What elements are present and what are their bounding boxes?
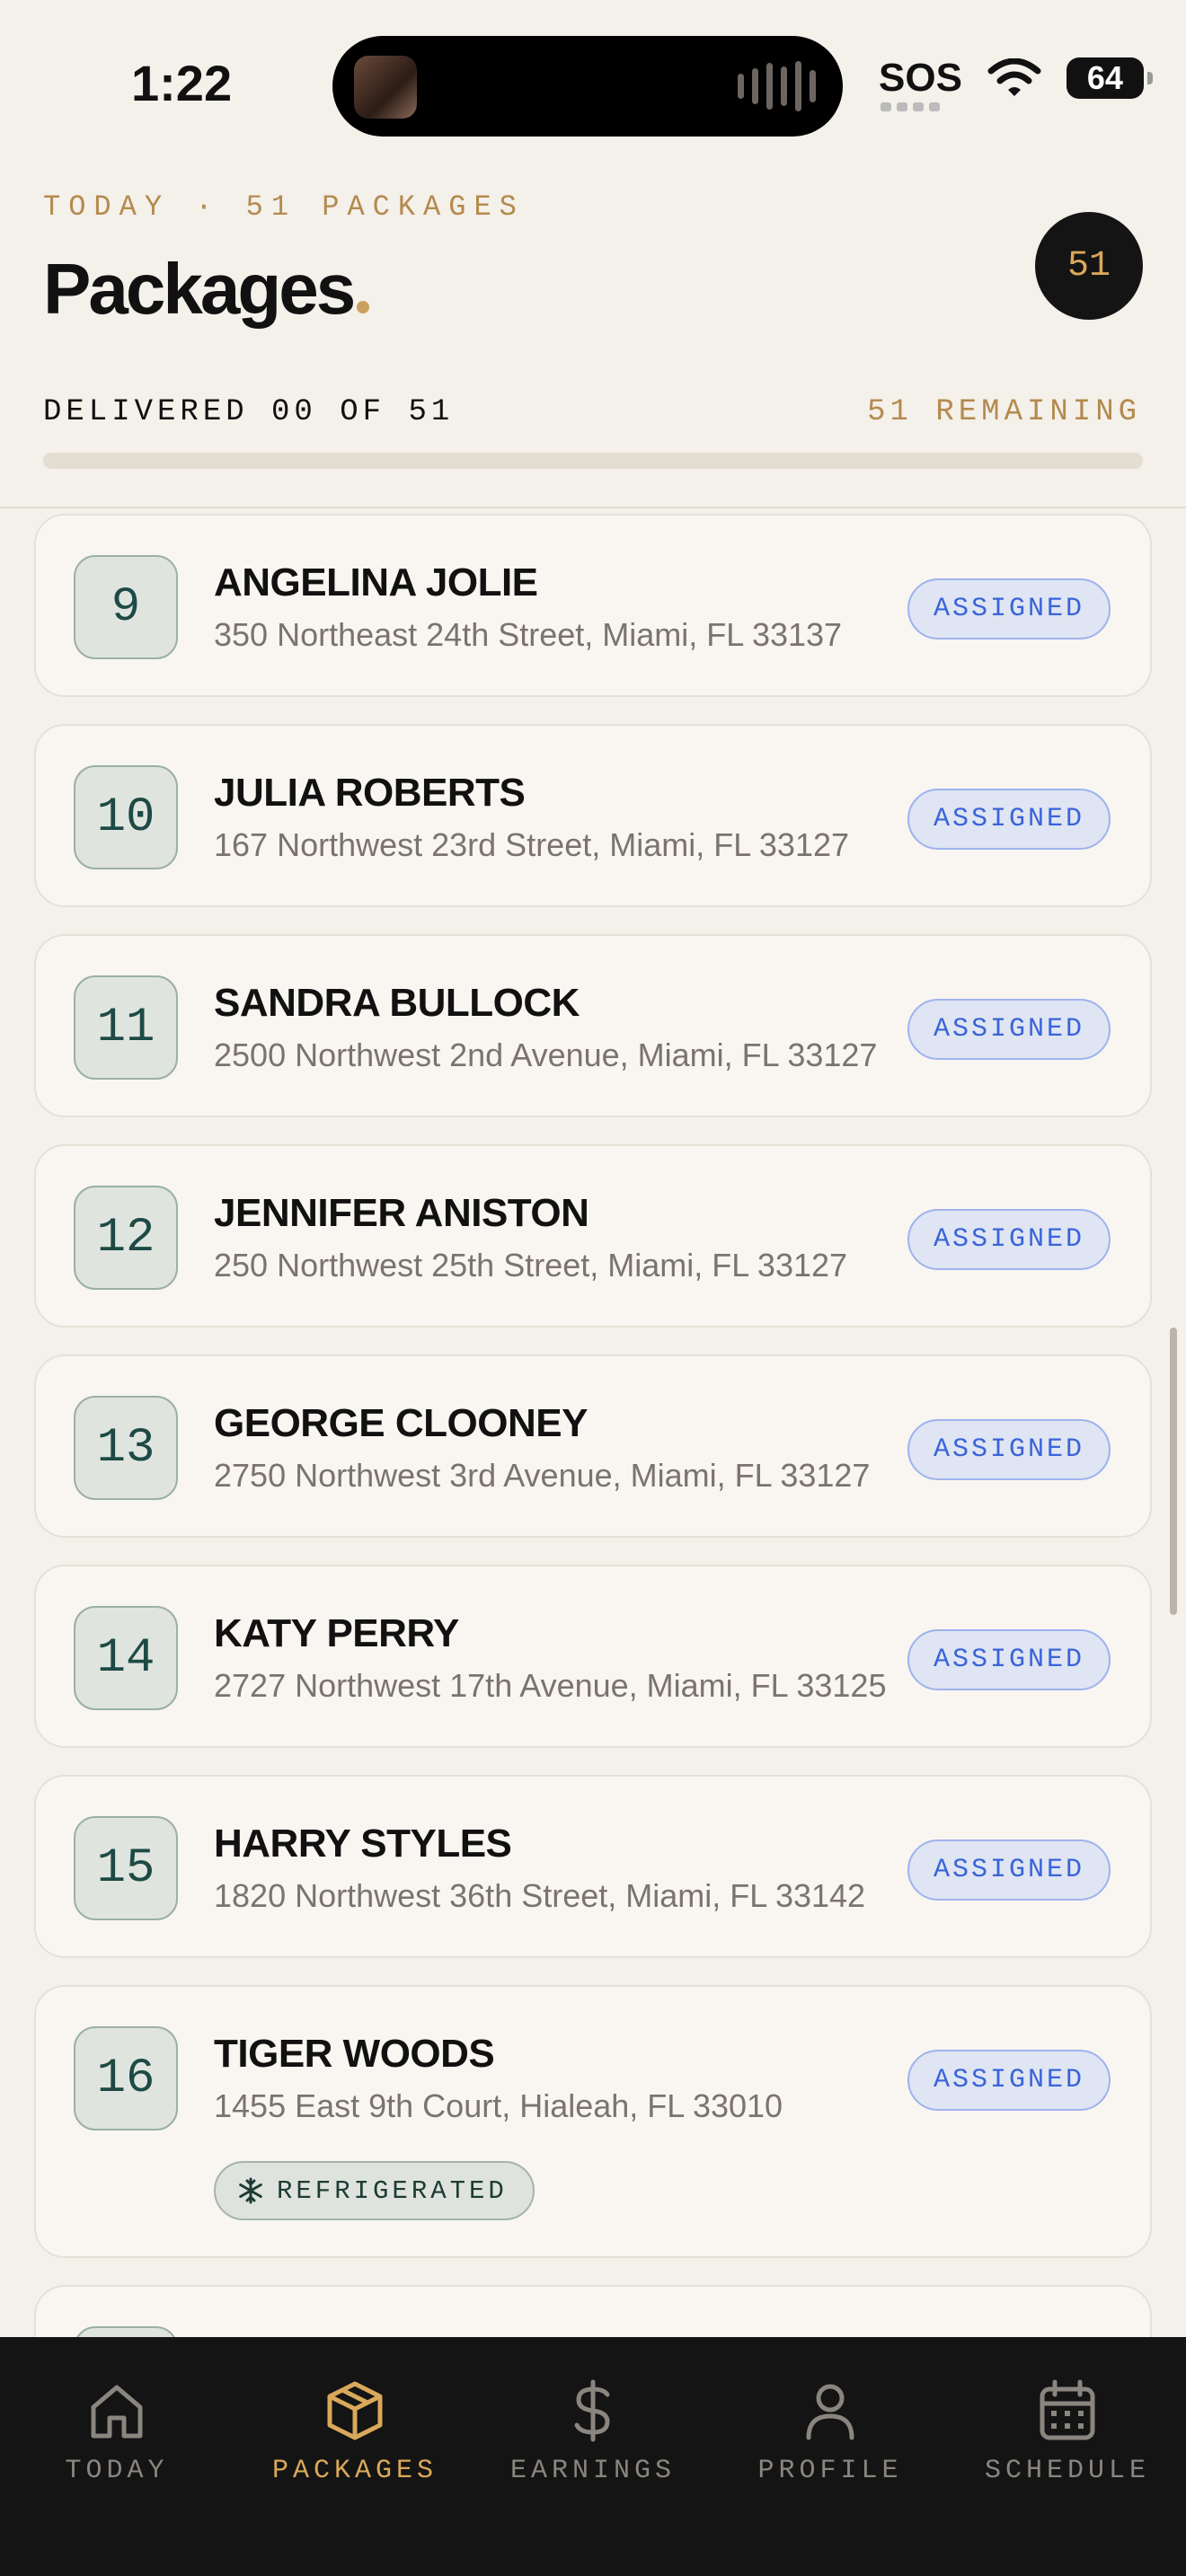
delivery-address: 2500 Northwest 2nd Avenue, Miami, FL 331… — [214, 1037, 878, 1073]
recipient-name: JULIA ROBERTS — [214, 771, 526, 815]
status-badge: ASSIGNED — [907, 789, 1111, 850]
status-badge: ASSIGNED — [907, 1839, 1111, 1901]
box-icon — [327, 2381, 383, 2440]
stop-number: 11 — [74, 975, 178, 1080]
recipient-name: TIGER WOODS — [214, 2032, 495, 2076]
delivery-address: 167 Northwest 23rd Street, Miami, FL 331… — [214, 826, 850, 863]
status-time: 1:22 — [131, 55, 233, 111]
package-card[interactable]: 9 ANGELINA JOLIE 350 Northeast 24th Stre… — [34, 514, 1152, 697]
header-eyebrow: TODAY · 51 PACKAGES — [43, 190, 525, 224]
status-bar: 1:22 SOS 64 — [0, 0, 1186, 171]
dynamic-island[interactable] — [332, 36, 843, 137]
tab-today[interactable]: TODAY — [18, 2378, 216, 2486]
sos-indicator: SOS — [879, 56, 962, 111]
package-card[interactable]: 12 JENNIFER ANISTON 250 Northwest 25th S… — [34, 1144, 1152, 1328]
package-card[interactable]: 17 — [34, 2285, 1152, 2337]
dollar-icon — [574, 2379, 610, 2442]
package-card[interactable]: 15 HARRY STYLES 1820 Northwest 36th Stre… — [34, 1775, 1152, 1958]
delivery-address: 2727 Northwest 17th Avenue, Miami, FL 33… — [214, 1667, 887, 1704]
home-icon — [91, 2385, 143, 2439]
page-title: Packages — [43, 248, 370, 331]
status-badge: ASSIGNED — [907, 999, 1111, 1060]
status-badge: ASSIGNED — [907, 1629, 1111, 1690]
package-card[interactable]: 16 TIGER WOODS 1455 East 9th Court, Hial… — [34, 1985, 1152, 2258]
delivery-address: 350 Northeast 24th Street, Miami, FL 331… — [214, 616, 843, 653]
package-card[interactable]: 14 KATY PERRY 2727 Northwest 17th Avenue… — [34, 1565, 1152, 1748]
package-card[interactable]: 13 GEORGE CLOONEY 2750 Northwest 3rd Ave… — [34, 1354, 1152, 1538]
stop-number: 14 — [74, 1606, 178, 1710]
stop-number: 17 — [74, 2326, 178, 2337]
recipient-name: KATY PERRY — [214, 1611, 459, 1655]
bottom-tab-bar: TODAY PACKAGES EARNINGS PROFILE SCHEDULE — [0, 2337, 1186, 2576]
package-card[interactable]: 11 SANDRA BULLOCK 2500 Northwest 2nd Ave… — [34, 934, 1152, 1117]
tab-schedule[interactable]: SCHEDULE — [969, 2378, 1166, 2486]
snowflake-icon — [239, 2177, 262, 2204]
status-badge: ASSIGNED — [907, 2050, 1111, 2111]
stop-number: 15 — [74, 1816, 178, 1920]
delivered-progress-label: DELIVERED 00 OF 51 — [43, 395, 455, 429]
delivery-progress-bar — [43, 453, 1143, 469]
tab-profile[interactable]: PROFILE — [731, 2378, 929, 2486]
package-card[interactable]: 10 JULIA ROBERTS 167 Northwest 23rd Stre… — [34, 724, 1152, 907]
recipient-name: ANGELINA JOLIE — [214, 560, 538, 604]
battery-indicator: 64 — [1066, 57, 1153, 99]
tab-packages[interactable]: PACKAGES — [256, 2378, 454, 2486]
delivery-address: 2750 Northwest 3rd Avenue, Miami, FL 331… — [214, 1457, 871, 1494]
status-badge: ASSIGNED — [907, 1209, 1111, 1270]
stop-number: 10 — [74, 765, 178, 869]
audio-waveform-icon — [738, 61, 816, 111]
recipient-name: HARRY STYLES — [214, 1822, 512, 1866]
recipient-name: GEORGE CLOONEY — [214, 1401, 588, 1445]
calendar-icon — [1040, 2379, 1095, 2440]
recipient-name: SANDRA BULLOCK — [214, 981, 580, 1025]
remaining-label: 51 REMAINING — [867, 395, 1141, 429]
title-dot-icon — [357, 301, 370, 313]
package-list[interactable]: 9 ANGELINA JOLIE 350 Northeast 24th Stre… — [0, 508, 1186, 2337]
delivery-address: 1820 Northwest 36th Street, Miami, FL 33… — [214, 1877, 866, 1914]
recipient-name: JENNIFER ANISTON — [214, 1191, 589, 1235]
package-count-badge[interactable]: 51 — [1035, 212, 1143, 320]
status-badge: ASSIGNED — [907, 1419, 1111, 1480]
delivery-address: 1455 East 9th Court, Hialeah, FL 33010 — [214, 2087, 783, 2124]
scrollbar-thumb[interactable] — [1170, 1328, 1177, 1615]
wifi-icon — [987, 58, 1041, 96]
now-playing-artwork — [354, 56, 417, 119]
person-icon — [806, 2384, 854, 2440]
status-badge: ASSIGNED — [907, 578, 1111, 640]
refrigerated-tag: REFRIGERATED — [214, 2161, 535, 2220]
stop-number: 9 — [74, 555, 178, 659]
stop-number: 13 — [74, 1396, 178, 1500]
stop-number: 16 — [74, 2026, 178, 2130]
stop-number: 12 — [74, 1186, 178, 1290]
tab-earnings[interactable]: EARNINGS — [494, 2378, 692, 2486]
delivery-address: 250 Northwest 25th Street, Miami, FL 331… — [214, 1247, 848, 1284]
status-indicators: SOS 64 — [879, 56, 1153, 111]
app-screen: 1:22 SOS 64 TODAY · 51 PACKAGES Packages… — [0, 0, 1186, 2576]
